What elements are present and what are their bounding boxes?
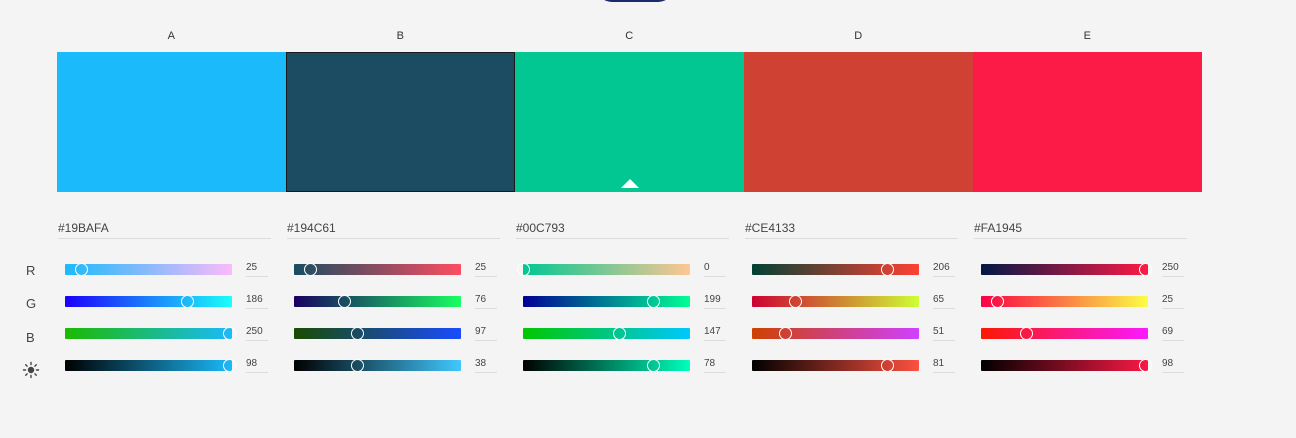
value-input-r[interactable]: 206 (933, 262, 955, 277)
slider-thumb-g[interactable] (337, 295, 351, 308)
slider-thumb-brightness[interactable] (1138, 359, 1152, 372)
value-input-brightness[interactable]: 78 (704, 358, 726, 373)
slider-track-g[interactable] (294, 295, 461, 308)
slider-thumb-b[interactable] (222, 327, 236, 340)
slider-track-b[interactable] (523, 327, 690, 340)
value-input-r[interactable]: 250 (1162, 262, 1184, 277)
value-input-brightness[interactable]: 98 (246, 358, 268, 373)
slider-thumb-g[interactable] (647, 295, 661, 308)
hex-input[interactable]: #19BAFA (58, 220, 271, 239)
row-label-g: G (26, 296, 37, 311)
color-swatch[interactable] (57, 52, 286, 192)
color-swatch[interactable] (973, 52, 1202, 192)
slider-track-brightness[interactable] (523, 359, 690, 372)
value-input-b[interactable]: 51 (933, 326, 955, 341)
hex-input[interactable]: #00C793 (516, 220, 729, 239)
slider-thumb-b[interactable] (351, 327, 365, 340)
value-input-g[interactable]: 199 (704, 294, 726, 309)
color-wheel-edge (596, 0, 674, 2)
value-input-g[interactable]: 186 (246, 294, 268, 309)
slider-thumb-b[interactable] (1020, 327, 1034, 340)
slider-track-r[interactable] (981, 263, 1152, 276)
slider-track-r[interactable] (752, 263, 919, 276)
slider-thumb-r[interactable] (75, 263, 89, 276)
slider-track-b[interactable] (65, 327, 236, 340)
slider-thumb-r[interactable] (304, 263, 318, 276)
value-input-b[interactable]: 97 (475, 326, 497, 341)
slider-thumb-b[interactable] (613, 327, 627, 340)
slider-thumb-r[interactable] (1138, 263, 1152, 276)
slider-track-r[interactable] (294, 263, 461, 276)
active-swatch-caret-icon (620, 179, 639, 188)
column-label: A (167, 30, 176, 42)
value-input-r[interactable]: 0 (704, 262, 726, 277)
value-input-b[interactable]: 147 (704, 326, 726, 341)
slider-thumb-r[interactable] (880, 263, 894, 276)
hex-input[interactable]: #FA1945 (974, 220, 1187, 239)
slider-thumb-g[interactable] (180, 295, 194, 308)
value-input-g[interactable]: 76 (475, 294, 497, 309)
slider-thumb-g[interactable] (991, 295, 1005, 308)
slider-track-r[interactable] (517, 263, 690, 276)
color-swatch[interactable] (286, 52, 515, 192)
value-input-b[interactable]: 69 (1162, 326, 1184, 341)
slider-track-g[interactable] (981, 295, 1148, 308)
slider-track-brightness[interactable] (981, 359, 1152, 372)
row-label-r: R (26, 263, 36, 278)
sun-icon (22, 361, 40, 379)
column-label: B (396, 30, 405, 42)
value-input-brightness[interactable]: 81 (933, 358, 955, 373)
slider-track-g[interactable] (65, 295, 232, 308)
column-label: D (854, 30, 863, 42)
value-input-g[interactable]: 65 (933, 294, 955, 309)
value-input-r[interactable]: 25 (475, 262, 497, 277)
color-swatch[interactable] (515, 52, 744, 192)
slider-thumb-brightness[interactable] (222, 359, 236, 372)
slider-track-g[interactable] (523, 295, 690, 308)
column-label: C (625, 30, 634, 42)
value-input-brightness[interactable]: 38 (475, 358, 497, 373)
slider-track-g[interactable] (752, 295, 919, 308)
slider-track-r[interactable] (65, 263, 232, 276)
slider-track-b[interactable] (981, 327, 1148, 340)
value-input-b[interactable]: 250 (246, 326, 268, 341)
slider-thumb-brightness[interactable] (351, 359, 365, 372)
value-input-brightness[interactable]: 98 (1162, 358, 1184, 373)
slider-thumb-brightness[interactable] (647, 359, 661, 372)
slider-track-b[interactable] (294, 327, 461, 340)
value-input-g[interactable]: 25 (1162, 294, 1184, 309)
row-label-b: B (26, 330, 35, 345)
slider-track-b[interactable] (752, 327, 919, 340)
slider-thumb-brightness[interactable] (881, 359, 895, 372)
slider-thumb-r[interactable] (517, 263, 530, 276)
slider-thumb-b[interactable] (779, 327, 793, 340)
value-input-r[interactable]: 25 (246, 262, 268, 277)
slider-track-brightness[interactable] (294, 359, 461, 372)
slider-thumb-g[interactable] (788, 295, 802, 308)
color-swatch[interactable] (744, 52, 973, 192)
hex-input[interactable]: #194C61 (287, 220, 500, 239)
hex-input[interactable]: #CE4133 (745, 220, 958, 239)
slider-track-brightness[interactable] (65, 359, 236, 372)
column-label: E (1083, 30, 1092, 42)
slider-track-brightness[interactable] (752, 359, 919, 372)
